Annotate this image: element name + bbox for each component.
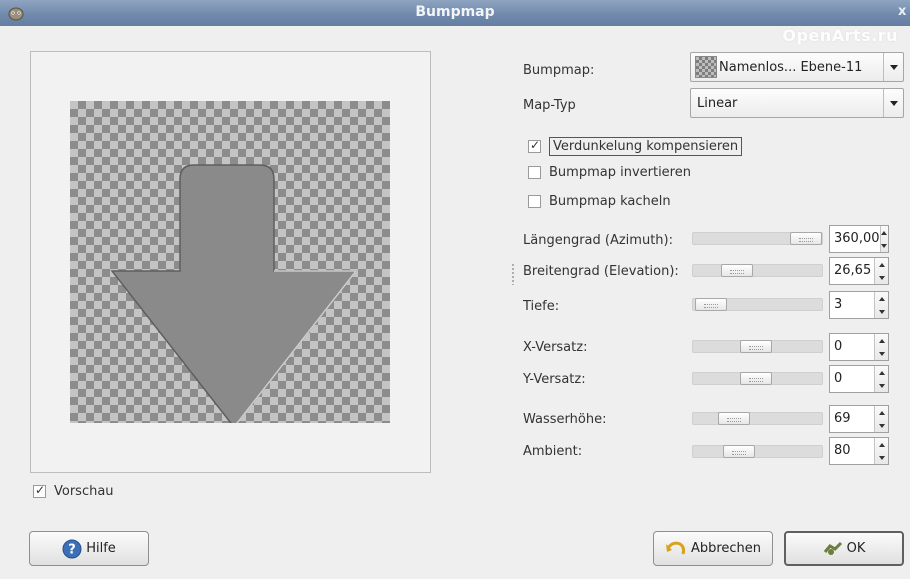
spin-azimuth-arrows[interactable] <box>879 226 888 252</box>
param-label-elevation: Breitengrad (Elevation): <box>523 264 679 279</box>
spin-x-offset-arrows[interactable] <box>874 334 888 360</box>
help-icon: ? <box>62 539 82 559</box>
undo-arrow-icon <box>665 539 687 559</box>
spin-y-offset[interactable]: 0 <box>829 365 889 393</box>
chevron-down-icon[interactable] <box>883 53 903 81</box>
cancel-button-label: Abbrechen <box>690 541 762 556</box>
ok-button-label: OK <box>846 541 866 556</box>
spin-up-icon[interactable] <box>878 262 885 267</box>
spin-down-icon[interactable] <box>878 351 885 356</box>
option-compensate-darkening-label: Verdunkelung kompensieren <box>549 137 743 156</box>
preview-checkbox[interactable]: Vorschau <box>33 483 114 499</box>
param-label-y-offset: Y-Versatz: <box>523 372 586 387</box>
spin-down-icon[interactable] <box>878 383 885 388</box>
option-invert-bumpmap-box[interactable] <box>528 166 541 179</box>
spin-x-offset-value[interactable]: 0 <box>830 334 874 360</box>
spin-azimuth-value[interactable]: 360,00 <box>830 226 880 252</box>
help-button[interactable]: ? Hilfe <box>29 531 149 566</box>
pane-grip-handle[interactable] <box>511 263 515 285</box>
spin-down-icon[interactable] <box>881 243 888 248</box>
spin-elevation-arrows[interactable] <box>874 258 888 284</box>
bumpmap-select[interactable]: Namenlos... Ebene-11 <box>690 52 904 82</box>
slider-elevation-handle[interactable] <box>721 264 753 277</box>
slider-waterlevel[interactable] <box>692 412 823 425</box>
spin-ambient-arrows[interactable] <box>874 438 888 464</box>
spin-down-icon[interactable] <box>878 309 885 314</box>
spin-y-offset-value[interactable]: 0 <box>830 366 874 392</box>
spin-azimuth[interactable]: 360,00 <box>829 225 889 253</box>
bumpmap-label: Bumpmap: <box>523 63 595 78</box>
slider-waterlevel-handle[interactable] <box>718 412 750 425</box>
map-type-select[interactable]: Linear <box>690 88 904 118</box>
spin-y-offset-arrows[interactable] <box>874 366 888 392</box>
help-button-label: Hilfe <box>86 541 116 556</box>
param-label-ambient: Ambient: <box>523 444 583 459</box>
slider-azimuth[interactable] <box>692 232 823 245</box>
spin-elevation-value[interactable]: 26,65 <box>830 258 874 284</box>
map-type-select-value: Linear <box>697 95 738 111</box>
option-tile-bumpmap[interactable]: Bumpmap kacheln <box>528 194 671 209</box>
map-type-label: Map-Typ <box>523 98 576 113</box>
slider-elevation[interactable] <box>692 264 823 277</box>
spin-ambient[interactable]: 80 <box>829 437 889 465</box>
close-icon[interactable]: x <box>898 4 908 20</box>
bumpmap-select-value: Namenlos... Ebene-11 <box>719 59 863 75</box>
param-label-waterlevel: Wasserhöhe: <box>523 412 607 427</box>
spin-up-icon[interactable] <box>881 230 888 235</box>
param-label-depth: Tiefe: <box>523 299 560 314</box>
spin-up-icon[interactable] <box>878 370 885 375</box>
spin-waterlevel-arrows[interactable] <box>874 406 888 432</box>
layer-thumbnail-icon <box>695 56 717 78</box>
spin-x-offset[interactable]: 0 <box>829 333 889 361</box>
option-invert-bumpmap-label: Bumpmap invertieren <box>549 165 691 180</box>
ok-icon <box>823 540 843 558</box>
param-label-x-offset: X-Versatz: <box>523 340 588 355</box>
spin-depth-arrows[interactable] <box>874 292 888 318</box>
slider-y-offset-handle[interactable] <box>740 372 772 385</box>
spin-up-icon[interactable] <box>878 338 885 343</box>
preview-image[interactable] <box>70 101 390 423</box>
slider-azimuth-handle[interactable] <box>790 232 822 245</box>
option-tile-bumpmap-box[interactable] <box>528 195 541 208</box>
chevron-down-icon[interactable] <box>883 89 903 117</box>
slider-ambient-handle[interactable] <box>723 445 755 458</box>
svg-text:?: ? <box>68 542 76 557</box>
slider-x-offset[interactable] <box>692 340 823 353</box>
preview-checkbox-label: Vorschau <box>54 484 114 499</box>
spin-depth-value[interactable]: 3 <box>830 292 874 318</box>
spin-waterlevel[interactable]: 69 <box>829 405 889 433</box>
option-compensate-darkening-box[interactable] <box>528 138 541 153</box>
watermark: OpenArts.ru <box>782 26 898 45</box>
slider-depth[interactable] <box>692 298 823 311</box>
preview-checkbox-box[interactable] <box>33 483 46 498</box>
slider-depth-handle[interactable] <box>695 298 727 311</box>
param-label-azimuth: Längengrad (Azimuth): <box>523 233 673 248</box>
slider-y-offset[interactable] <box>692 372 823 385</box>
ok-button[interactable]: OK <box>784 531 904 566</box>
option-compensate-darkening[interactable]: Verdunkelung kompensieren <box>528 137 743 156</box>
spin-up-icon[interactable] <box>878 296 885 301</box>
option-tile-bumpmap-label: Bumpmap kacheln <box>549 194 671 209</box>
spin-down-icon[interactable] <box>878 455 885 460</box>
spin-down-icon[interactable] <box>878 423 885 428</box>
option-invert-bumpmap[interactable]: Bumpmap invertieren <box>528 165 691 180</box>
window-title: Bumpmap <box>415 4 495 20</box>
title-bar: Bumpmap x <box>0 0 910 26</box>
spin-waterlevel-value[interactable]: 69 <box>830 406 874 432</box>
spin-ambient-value[interactable]: 80 <box>830 438 874 464</box>
spin-elevation[interactable]: 26,65 <box>829 257 889 285</box>
cancel-button[interactable]: Abbrechen <box>653 531 773 566</box>
spin-down-icon[interactable] <box>878 275 885 280</box>
spin-up-icon[interactable] <box>878 442 885 447</box>
slider-ambient[interactable] <box>692 445 823 458</box>
spin-depth[interactable]: 3 <box>829 291 889 319</box>
spin-up-icon[interactable] <box>878 410 885 415</box>
preview-panel <box>30 51 431 473</box>
slider-x-offset-handle[interactable] <box>740 340 772 353</box>
